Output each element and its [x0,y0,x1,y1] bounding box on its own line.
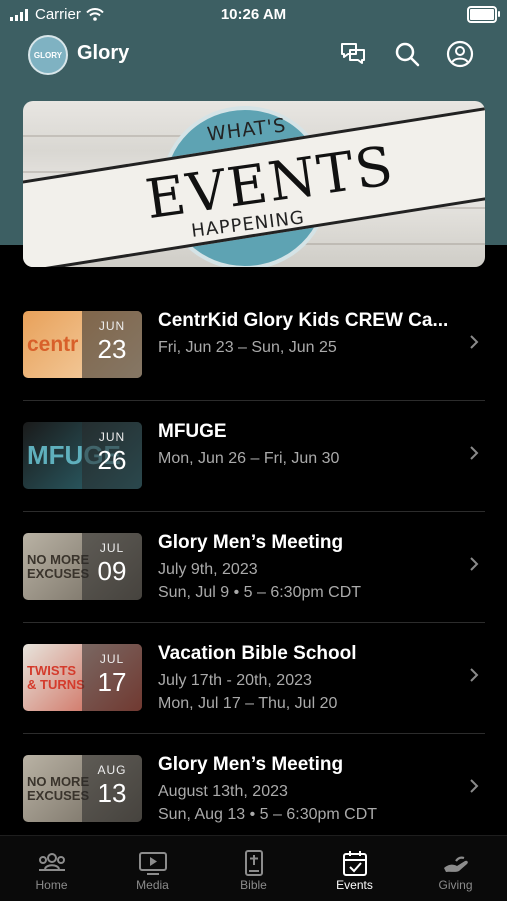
chevron-right-icon [470,335,479,349]
tab-label: Events [336,878,373,892]
chat-icon[interactable] [339,40,367,68]
event-thumbnail: MFUGE JUN 26 [23,422,142,489]
tab-label: Home [35,878,68,892]
tab-label: Giving [438,878,473,892]
event-month: JUL [99,652,125,666]
event-day: 09 [97,556,127,586]
chevron-right-icon [470,779,479,793]
event-day: 17 [97,667,127,697]
event-month: JUL [99,541,125,555]
date-box: AUG 13 [82,755,142,822]
event-date: July 9th, 2023 [158,561,258,578]
bible-icon [244,850,263,876]
date-box: JUN 26 [82,422,142,489]
event-date: Fri, Jun 23 – Sun, Jun 25 [158,339,337,356]
tab-events[interactable]: Events [304,836,405,901]
thumb-art: TWISTS & TURNS [27,662,85,692]
event-thumbnail: NO MORE EXCUSES AUG 13 [23,755,142,822]
calendar-check-icon [342,851,367,876]
event-date: July 17th - 20th, 2023 [158,672,312,689]
tab-home[interactable]: Home [1,836,102,901]
battery-icon [467,6,500,23]
event-row[interactable]: NO MORE EXCUSES AUG 13 Glory Men’s Meeti… [23,734,485,844]
thumb-art: NO MORE EXCUSES [27,773,90,803]
tab-giving[interactable]: Giving [405,836,506,901]
logo-text: GLORY [33,50,63,60]
event-thumbnail: centr JUN 23 [23,311,142,378]
play-screen-icon [138,852,167,875]
event-time: Mon, Jul 17 – Thu, Jul 20 [158,695,338,712]
chevron-right-icon [470,668,479,682]
event-day: 23 [97,334,127,364]
event-row[interactable]: centr JUN 23 CentrKid Glory Kids CREW Ca… [23,290,485,401]
people-icon [38,853,65,871]
event-title: Glory Men’s Meeting [158,532,344,553]
search-icon[interactable] [393,40,421,68]
event-row[interactable]: NO MORE EXCUSES JUL 09 Glory Men’s Meeti… [23,512,485,623]
event-title: Glory Men’s Meeting [158,754,344,775]
chevron-right-icon [470,446,479,460]
clock: 10:26 AM [220,6,287,23]
event-thumbnail: NO MORE EXCUSES JUL 09 [23,533,142,600]
thumb-art: NO MORE EXCUSES [27,551,90,581]
status-bar: Carrier 10:26 AM [0,0,507,30]
event-day: 13 [97,778,127,808]
event-row[interactable]: MFUGE JUN 26 MFUGE Mon, Jun 26 – Fri, Ju… [23,401,485,512]
event-title: CentrKid Glory Kids CREW Ca... [158,310,449,331]
church-logo[interactable]: GLORY [28,35,68,75]
events-banner: WHAT'S EVENTS HAPPENING [23,101,485,267]
profile-icon[interactable] [446,40,474,68]
tab-bar: Home Media Bible Events Giving [0,835,507,901]
event-row[interactable]: TWISTS & TURNS JUL 17 Vacation Bible Sch… [23,623,485,734]
event-date: August 13th, 2023 [158,783,288,800]
event-month: JUN [98,319,126,333]
event-title: MFUGE [158,421,227,442]
date-box: JUL 09 [82,533,142,600]
tab-bible[interactable]: Bible [203,836,304,901]
event-day: 26 [97,445,127,475]
event-time: Sun, Jul 9 • 5 – 6:30pm CDT [158,584,362,601]
event-time: Sun, Aug 13 • 5 – 6:30pm CDT [158,806,378,823]
tab-label: Bible [240,878,267,892]
event-date: Mon, Jun 26 – Fri, Jun 30 [158,450,340,467]
date-box: JUL 17 [82,644,142,711]
event-thumbnail: TWISTS & TURNS JUL 17 [23,644,142,711]
event-month: JUN [98,430,126,444]
tab-label: Media [136,878,169,892]
date-box: JUN 23 [82,311,142,378]
app-title: Glory [77,42,130,64]
chevron-right-icon [470,557,479,571]
tab-media[interactable]: Media [102,836,203,901]
event-month: AUG [97,763,127,777]
giving-hand-icon [443,856,468,872]
event-title: Vacation Bible School [158,643,357,664]
